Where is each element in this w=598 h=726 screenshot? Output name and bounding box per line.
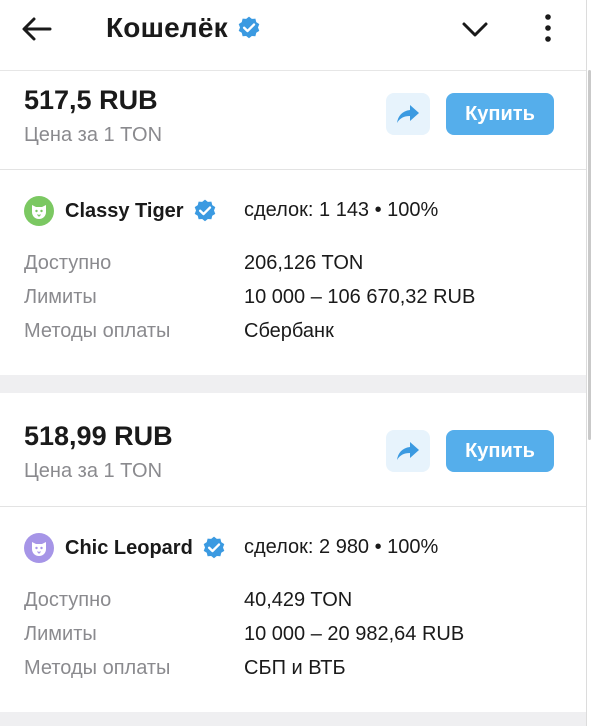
buy-button[interactable]: Купить bbox=[446, 93, 554, 135]
divider bbox=[0, 506, 586, 507]
merchant-stats: сделок: 2 980 • 100% bbox=[244, 536, 439, 558]
offer-price-note: Цена за 1 TON bbox=[24, 124, 163, 146]
limits-label: Лимиты bbox=[24, 623, 97, 645]
buy-button[interactable]: Купить bbox=[446, 430, 554, 472]
share-button[interactable] bbox=[386, 430, 430, 472]
offer-price: 518,99 RUB bbox=[24, 421, 173, 451]
verified-badge-icon bbox=[194, 199, 215, 222]
limits-label: Лимиты bbox=[24, 286, 97, 308]
page-title: Кошелёк bbox=[106, 12, 228, 43]
scrollbar-thumb[interactable] bbox=[588, 70, 591, 440]
offer-card: 517,5 RUB Цена за 1 TON Купить Classy Ti… bbox=[0, 71, 586, 375]
merchant-info[interactable]: Chic Leopard bbox=[24, 533, 227, 563]
merchant-name: Chic Leopard bbox=[65, 536, 193, 559]
merchant-stats: сделок: 1 143 • 100% bbox=[244, 199, 439, 221]
verified-badge-icon bbox=[238, 16, 260, 39]
limits-value: 10 000 – 106 670,32 RUB bbox=[244, 286, 476, 308]
available-label: Доступно bbox=[24, 252, 112, 274]
payment-methods-value: СБП и ВТБ bbox=[244, 657, 346, 679]
available-label: Доступно bbox=[24, 589, 112, 611]
divider bbox=[0, 169, 586, 170]
payment-methods-value: Сбербанк bbox=[244, 320, 334, 342]
back-arrow-icon[interactable] bbox=[20, 14, 54, 44]
tiger-avatar-icon bbox=[24, 196, 54, 226]
more-vertical-icon[interactable] bbox=[538, 12, 558, 44]
merchant-name: Classy Tiger bbox=[65, 199, 184, 222]
share-arrow-icon bbox=[397, 442, 419, 460]
offer-price: 517,5 RUB bbox=[24, 85, 158, 115]
verified-badge-icon bbox=[203, 536, 225, 559]
offer-card: 518,99 RUB Цена за 1 TON Купить Chic Leo… bbox=[0, 393, 586, 712]
leopard-avatar-icon bbox=[24, 533, 54, 563]
title-group: Кошелёк bbox=[106, 10, 262, 46]
offer-price-note: Цена за 1 TON bbox=[24, 460, 163, 482]
available-value: 40,429 TON bbox=[244, 589, 353, 611]
payment-methods-label: Методы оплаты bbox=[24, 657, 171, 679]
share-arrow-icon bbox=[397, 105, 419, 123]
available-value: 206,126 TON bbox=[244, 252, 364, 274]
share-button[interactable] bbox=[386, 93, 430, 135]
payment-methods-label: Методы оплаты bbox=[24, 320, 171, 342]
top-bar: Кошелёк bbox=[0, 0, 586, 71]
merchant-info[interactable]: Classy Tiger bbox=[24, 196, 218, 226]
limits-value: 10 000 – 20 982,64 RUB bbox=[244, 623, 465, 645]
chevron-down-icon[interactable] bbox=[460, 16, 490, 42]
